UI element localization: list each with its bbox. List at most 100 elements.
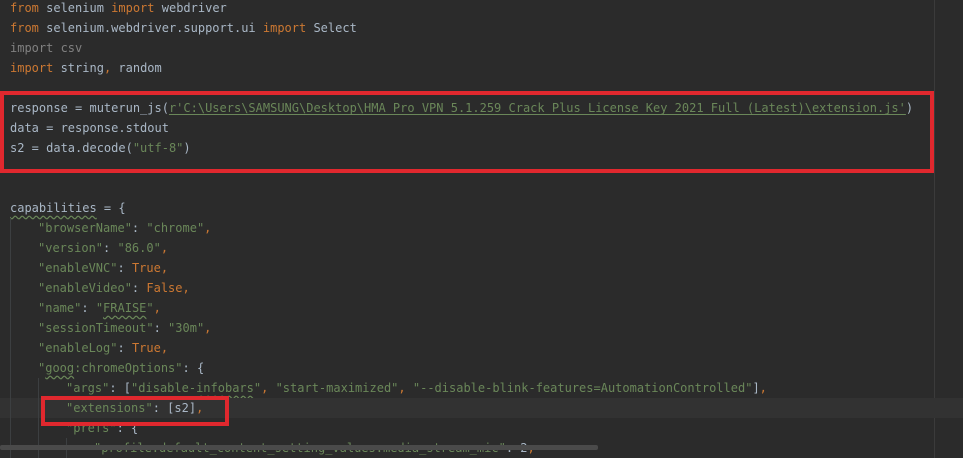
code-token: s2 = data.decode(: [10, 141, 133, 155]
code-line[interactable]: [0, 178, 963, 198]
code-token: : [s2]: [152, 401, 197, 415]
code-token: :chromeOptions": [74, 361, 183, 375]
code-token: infobars: [196, 381, 254, 395]
code-token: "enableVNC": [38, 261, 118, 275]
code-token: "sessionTimeout": [38, 321, 154, 335]
code-token: ,: [398, 381, 406, 395]
indent-guide: [38, 378, 66, 398]
code-token: :: [131, 281, 147, 295]
code-token: ,: [204, 321, 212, 335]
code-token: "version": [38, 241, 104, 255]
code-token: FRAISE: [103, 301, 147, 315]
code-line[interactable]: data = response.stdout: [0, 118, 963, 138]
code-line[interactable]: import csv: [0, 38, 963, 58]
horizontal-scrollbar[interactable]: [0, 445, 598, 450]
code-token: :: [81, 301, 96, 315]
code-token: "chrome": [146, 221, 205, 235]
code-token: "browserName": [38, 221, 132, 235]
code-token: = {: [96, 201, 126, 215]
code-token: ,: [196, 401, 204, 415]
indent-guide: [10, 238, 38, 258]
code-line[interactable]: import string, random: [0, 58, 963, 78]
code-token: :: [131, 221, 147, 235]
code-token: "--disable-blink-features=AutomationCont…: [412, 381, 753, 395]
code-token: "86.0": [117, 241, 161, 255]
code-line[interactable]: "enableVideo": False,: [0, 278, 963, 298]
code-line[interactable]: [0, 158, 963, 178]
code-token: ,: [160, 341, 169, 355]
code-line[interactable]: response = muterun_js(r'C:\Users\SAMSUNG…: [0, 98, 963, 118]
indent-guide: [10, 338, 38, 358]
indent-guide: [10, 278, 38, 298]
code-token: r'C:\Users\SAMSUNG\Desktop\HMA Pro VPN 5…: [168, 101, 906, 115]
code-token: "utf-8": [132, 141, 184, 155]
code-token: capabilities: [10, 201, 97, 215]
code-line[interactable]: s2 = data.decode("utf-8"): [0, 138, 963, 158]
code-token: ,: [160, 261, 169, 275]
code-token: "extensions": [66, 401, 153, 415]
code-token: ": [95, 301, 104, 315]
code-token: : [: [109, 381, 132, 395]
code-token: import: [111, 1, 155, 15]
code-editor[interactable]: from selenium import webdriver from selen…: [0, 0, 963, 458]
code-line[interactable]: "extensions": [s2],: [0, 398, 963, 418]
indent-guide: [10, 358, 38, 378]
code-token: ": [146, 301, 154, 315]
code-token: : {: [116, 421, 139, 435]
code-token: "disable-: [131, 381, 197, 395]
code-line[interactable]: "enableLog": True,: [0, 338, 963, 358]
code-token: from: [10, 1, 39, 15]
code-token: True: [131, 341, 161, 355]
code-token: import: [262, 21, 307, 35]
code-token: from: [10, 21, 39, 35]
code-token: "enableVideo": [38, 281, 132, 295]
code-line[interactable]: "version": "86.0",: [0, 238, 963, 258]
code-token: selenium: [38, 1, 112, 15]
code-token: :: [153, 321, 169, 335]
indent-guide: [38, 418, 66, 438]
code-token: random: [111, 61, 162, 75]
indent-guide: [10, 298, 38, 318]
code-token: import csv: [10, 41, 83, 55]
code-token: goog: [45, 361, 75, 375]
indent-guide: [10, 398, 38, 418]
code-token: :: [103, 241, 118, 255]
code-line[interactable]: "enableVNC": True,: [0, 258, 963, 278]
code-line[interactable]: "prefs": {: [0, 418, 963, 438]
code-token: ,: [153, 301, 161, 315]
code-token: ]: [752, 381, 760, 395]
code-token: import: [10, 61, 54, 75]
code-token: string: [53, 61, 104, 75]
code-line[interactable]: "sessionTimeout": "30m",: [0, 318, 963, 338]
code-token: data = response.stdout: [10, 121, 169, 135]
indent-guide: [38, 398, 66, 418]
indent-guide: [10, 318, 38, 338]
indent-guide: [10, 378, 38, 398]
code-line[interactable]: "args": ["disable-infobars", "start-maxi…: [0, 378, 963, 398]
code-token: True: [131, 261, 161, 275]
code-line[interactable]: "goog:chromeOptions": {: [0, 358, 963, 378]
code-token: ,: [182, 281, 190, 295]
code-token: :: [117, 341, 132, 355]
indent-guide: [10, 258, 38, 278]
indent-guide: [10, 418, 38, 438]
code-token: ): [183, 141, 191, 155]
code-line[interactable]: from selenium import webdriver: [0, 0, 963, 18]
code-line[interactable]: capabilities = {: [0, 198, 963, 218]
code-token: ,: [204, 221, 212, 235]
code-token: response = muterun_js(: [10, 101, 169, 115]
indent-guide: [10, 218, 38, 238]
code-line[interactable]: from selenium.webdriver.support.ui impor…: [0, 18, 963, 38]
code-token: : {: [182, 361, 205, 375]
code-token: "name": [38, 301, 82, 315]
code-line[interactable]: "browserName": "chrome",: [0, 218, 963, 238]
code-token: "args": [66, 381, 110, 395]
code-token: "30m": [168, 321, 205, 335]
code-token: Select: [306, 21, 357, 35]
code-token: "enableLog": [38, 341, 118, 355]
code-line[interactable]: [0, 78, 963, 98]
code-line[interactable]: "name": "FRAISE",: [0, 298, 963, 318]
code-token: ): [905, 101, 914, 115]
code-token: "start-maximized": [275, 381, 399, 395]
